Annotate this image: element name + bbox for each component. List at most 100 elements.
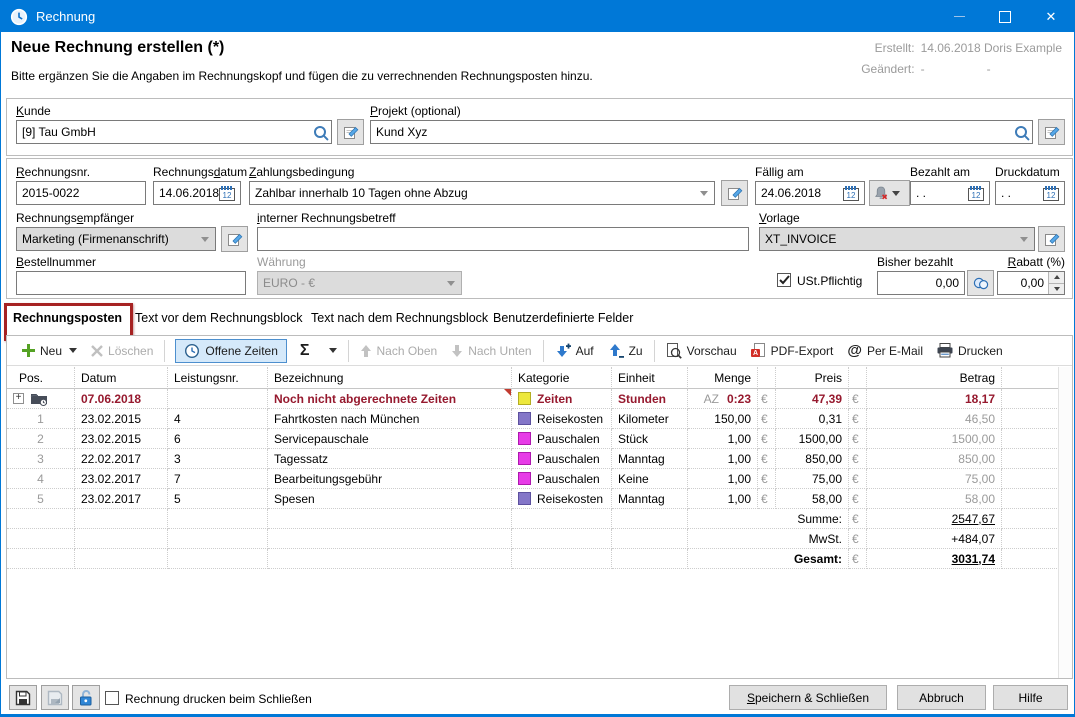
zahlungsbedingung-edit-button[interactable] [721,180,748,206]
col-kategorie[interactable]: Kategorie [512,367,612,389]
col-bezeichnung[interactable]: Bezeichnung [268,367,512,389]
neu-button[interactable]: Neu [22,344,77,358]
table-row[interactable]: 5 23.02.2017 5 Spesen Reisekosten Mannta… [7,489,1059,509]
col-einheit[interactable]: Einheit [612,367,688,389]
table-row-open-times[interactable]: + 07.06.2018 Noch nicht abgerechnete Zei… [7,389,1059,409]
auf-button[interactable]: Auf [555,343,594,359]
cell-preis: 58,00 [776,489,849,509]
calendar-icon[interactable]: 12 [968,186,984,201]
cell-menge: 150,00 [688,409,758,429]
kunde-edit-button[interactable] [337,119,364,145]
nach-oben-button[interactable]: Nach Oben [360,344,438,358]
loeschen-button[interactable]: Löschen [91,344,153,358]
col-pos[interactable]: Pos. [7,367,75,389]
expand-plus-icon[interactable]: + [13,393,24,404]
chevron-down-icon[interactable] [69,348,77,353]
rechnungsempfaenger-edit-button[interactable] [221,226,248,252]
edit-note-icon [343,124,359,140]
chevron-down-icon[interactable] [329,348,337,353]
vorlage-edit-button[interactable] [1038,226,1065,252]
pdf-export-button[interactable]: A PDF-Export [751,343,834,359]
payments-button[interactable] [967,270,994,296]
bezahlt-am-input[interactable]: . . 12 [910,181,990,205]
rabatt-spinner[interactable]: 0,00 [997,271,1065,295]
cell-leistungsnr: 4 [168,409,268,429]
bisher-bezahlt-input[interactable]: 0,00 [877,271,965,295]
at-icon: @ [847,342,862,359]
save-apply-button-disabled[interactable] [41,685,69,710]
tab-rechnungsposten[interactable]: Rechnungsposten [13,311,122,325]
gesamt-value: 3031,74 [867,549,1002,569]
nach-unten-label: Nach Unten [468,344,531,358]
cell-pos: + [7,389,75,409]
druckdatum-value: . . [1001,186,1011,200]
cell-einheit: Kilometer [612,409,688,429]
save-button[interactable] [9,685,37,710]
projekt-edit-button[interactable] [1038,119,1065,145]
maximize-button[interactable] [982,1,1028,32]
offene-zeiten-button[interactable]: Offene Zeiten [175,339,287,363]
col-datum[interactable]: Datum [75,367,168,389]
category-swatch [518,412,531,425]
arrow-up-icon [1054,275,1060,279]
kunde-label: Kunde [16,104,51,118]
zahlungsbedingung-select[interactable]: Zahlbar innerhalb 10 Tagen ohne Abzug [249,181,715,205]
tab-text-vor-rechnungsblock[interactable]: Text vor dem Rechnungsblock [135,311,302,325]
corner-marker [504,389,511,396]
vorlage-select[interactable]: XT_INVOICE [759,227,1035,251]
per-email-button[interactable]: @ Per E-Mail [847,342,923,359]
minimize-button[interactable] [936,1,982,32]
save-close-button[interactable]: Speichern & Schließen [729,685,887,710]
table-row[interactable]: 3 22.02.2017 3 Tagessatz Pauschalen Mann… [7,449,1059,469]
search-icon[interactable] [314,126,326,138]
print-on-close-checkbox[interactable] [105,691,119,705]
bestellnummer-input[interactable] [16,271,246,295]
close-button[interactable]: ✕ [1028,1,1074,32]
druckdatum-input[interactable]: . . 12 [995,181,1065,205]
spin-down-button[interactable] [1049,283,1064,295]
cell-currency: € [758,409,776,429]
table-row[interactable]: 4 23.02.2017 7 Bearbeitungsgebühr Pausch… [7,469,1059,489]
rechnungsempfaenger-select[interactable]: Marketing (Firmenanschrift) [16,227,216,251]
az-prefix: AZ [704,392,719,406]
col-preis[interactable]: Preis [776,367,849,389]
table-row[interactable]: 2 23.02.2015 6 Servicepauschale Pauschal… [7,429,1059,449]
search-icon[interactable] [1015,126,1027,138]
vertical-scrollbar[interactable] [1058,367,1072,678]
tab-benutzerdefinierte-felder[interactable]: Benutzerdefinierte Felder [493,311,633,325]
nach-unten-button[interactable]: Nach Unten [451,344,531,358]
summe-button[interactable]: Σ [300,342,337,360]
unlock-button[interactable] [72,685,100,710]
changed-value: - [921,62,925,76]
cell-datum: 23.02.2017 [75,469,168,489]
calendar-icon[interactable]: 12 [219,186,235,201]
summary-row-mwst: MwSt. € +484,07 [7,529,1059,549]
ust-pflichtig-checkbox[interactable] [777,273,791,287]
zu-button[interactable]: Zu [608,343,643,359]
kunde-input[interactable]: [9] Tau GmbH [16,120,332,144]
calendar-icon[interactable]: 12 [1043,186,1059,201]
rechnungsnr-input[interactable]: 2015-0022 [16,181,146,205]
help-button[interactable]: Hilfe [993,685,1068,710]
spin-up-button[interactable] [1049,272,1064,283]
category-swatch [518,392,531,405]
col-menge[interactable]: Menge [688,367,758,389]
summe-label: Summe: [688,509,849,529]
drucken-button[interactable]: Drucken [937,343,1003,358]
interner-betreff-input[interactable] [257,227,749,251]
col-leistungsnr[interactable]: Leistungsnr. [168,367,268,389]
projekt-input[interactable]: Kund Xyz [370,120,1033,144]
toolbar-separator [543,340,544,362]
table-row[interactable]: 1 23.02.2015 4 Fahrtkosten nach München … [7,409,1059,429]
calendar-icon[interactable]: 12 [843,186,859,201]
tab-text-nach-rechnungsblock[interactable]: Text nach dem Rechnungsblock [311,311,488,325]
reminder-button[interactable] [869,180,910,206]
col-betrag[interactable]: Betrag [867,367,1002,389]
faellig-am-input[interactable]: 24.06.2018 12 [755,181,865,205]
drucken-label: Drucken [958,344,1003,358]
edit-note-icon [1044,124,1060,140]
cell-filler [1002,409,1059,429]
rechnungsdatum-input[interactable]: 14.06.2018 12 [153,181,241,205]
abort-button[interactable]: Abbruch [897,685,986,710]
vorschau-button[interactable]: Vorschau [666,343,737,359]
